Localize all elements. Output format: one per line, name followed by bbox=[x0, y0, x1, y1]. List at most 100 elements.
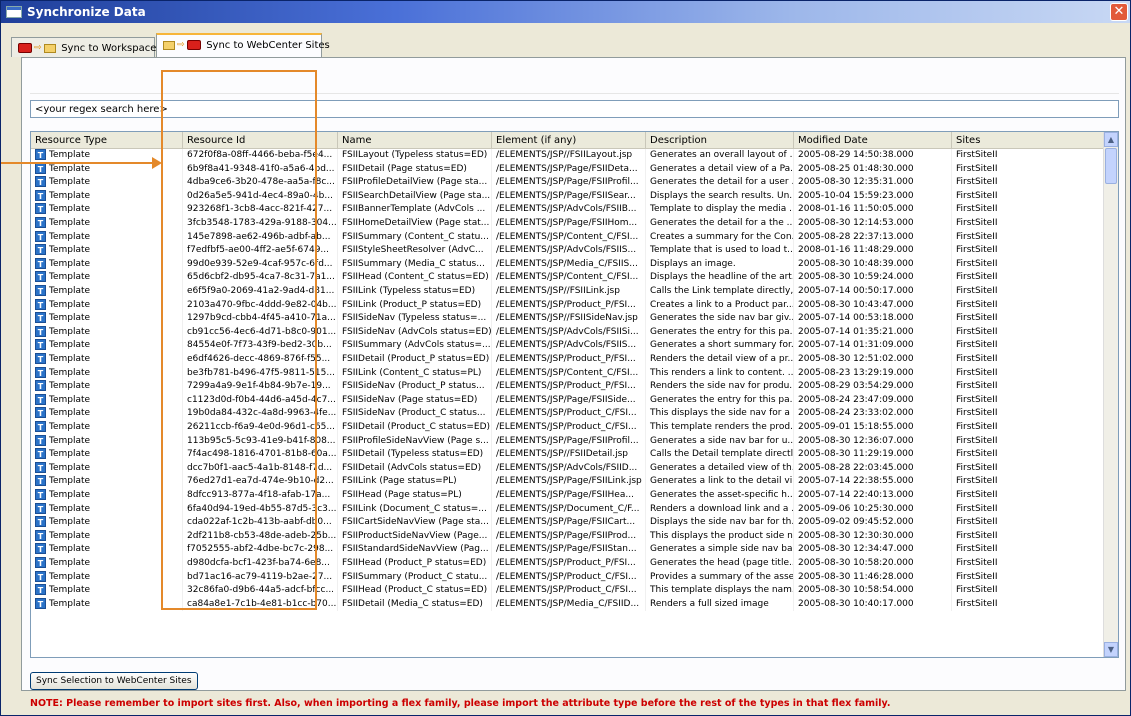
table-row[interactable]: T Template 672f0f8a-08ff-4466-beba-f5e4...… bbox=[31, 149, 1104, 163]
table-cell: Generates the detail for a user ... bbox=[646, 176, 794, 190]
table-row[interactable]: T Template 2103a470-9fbc-4ddd-9e82-04b... F… bbox=[31, 298, 1104, 313]
table-cell: /ELEMENTS/JSP/Page/FSIIHea... bbox=[492, 489, 646, 503]
template-icon: T bbox=[35, 366, 46, 378]
scroll-up-icon[interactable]: ▲ bbox=[1104, 132, 1118, 147]
table-row[interactable]: T Template 113b95c5-5c93-41e9-b41f-808... F… bbox=[31, 434, 1104, 449]
cell-text: FSIIDetail (Product_C status=ED) bbox=[342, 422, 491, 432]
template-icon: T bbox=[35, 516, 46, 528]
cell-text: f7edfbf5-ae00-4ff2-ae5f-6749... bbox=[187, 245, 330, 256]
table-cell: This template renders the prod... bbox=[646, 421, 794, 435]
table-cell: /ELEMENTS/JSP/Page/FSIIDeta... bbox=[492, 162, 646, 177]
table-row[interactable]: T Template 99d0e939-52e9-4caf-957c-6fd... F… bbox=[31, 257, 1104, 272]
resource-table[interactable]: Resource Type Resource Id Name Element (if … bbox=[30, 131, 1119, 658]
cell-text: FirstSiteII bbox=[956, 558, 998, 568]
cell-text: Template bbox=[49, 503, 91, 514]
table-cell: FSIIDetail (Product_C status=ED) bbox=[338, 421, 492, 435]
table-cell: 2005-07-14 22:40:13.000 bbox=[794, 489, 952, 503]
table-row[interactable]: T Template e6f5f9a0-2069-41a2-9ad4-d81... F… bbox=[31, 285, 1104, 299]
scroll-thumb[interactable] bbox=[1105, 148, 1117, 184]
close-icon[interactable]: ✕ bbox=[1110, 3, 1128, 21]
cell-text: 2005-08-30 10:58:54.000 bbox=[798, 585, 914, 596]
column-header[interactable]: Element (if any) bbox=[492, 132, 646, 149]
cell-text: /ELEMENTS/JSP/Product_P/FSI... bbox=[496, 558, 636, 568]
table-cell: T Template bbox=[31, 516, 183, 530]
table-row[interactable]: T Template 3fcb3548-1783-429a-9188-304... F… bbox=[31, 217, 1104, 231]
tab-sync-to-webcenter-sites[interactable]: ⇨ Sync to WebCenter Sites bbox=[156, 33, 330, 57]
cell-text: Displays the headline of the art... bbox=[650, 272, 794, 283]
cell-text: Creates a summary for the Con... bbox=[650, 231, 794, 242]
cell-text: FSIIHead (Product_P status=ED) bbox=[342, 558, 487, 568]
cell-text: 2005-09-01 15:18:55.000 bbox=[798, 422, 914, 432]
cell-text: FSIIDetail (Page status=ED) bbox=[342, 163, 467, 174]
regex-search-input[interactable] bbox=[30, 100, 1119, 118]
cell-text: Template bbox=[49, 326, 91, 337]
scroll-down-icon[interactable]: ▼ bbox=[1104, 642, 1118, 657]
cell-text: Generates a link to the detail vi... bbox=[650, 476, 794, 487]
table-cell: d980dcfa-bcf1-423f-ba74-6e8... bbox=[183, 557, 338, 571]
table-cell: /ELEMENTS/JSP//FSIIDetail.jsp bbox=[492, 448, 646, 462]
table-row[interactable]: T Template 7f4ac498-1816-4701-81b8-60a... F… bbox=[31, 448, 1104, 462]
table-cell: Provides a summary of the asset bbox=[646, 570, 794, 585]
cell-text: 2005-07-14 01:35:21.000 bbox=[798, 326, 914, 337]
table-row[interactable]: T Template 145e7898-ae62-496b-adbf-ab... FS… bbox=[31, 230, 1104, 245]
table-row[interactable]: T Template f7edfbf5-ae00-4ff2-ae5f-6749...… bbox=[31, 244, 1104, 258]
table-row[interactable]: T Template e6df4626-decc-4869-876f-f55... F… bbox=[31, 353, 1104, 367]
table-row[interactable]: T Template d980dcfa-bcf1-423f-ba74-6e8... F… bbox=[31, 557, 1104, 571]
table-cell: FirstSiteII bbox=[952, 339, 1104, 353]
template-icon: T bbox=[35, 502, 46, 514]
table-cell: T Template bbox=[31, 176, 183, 190]
table-cell: FirstSiteII bbox=[952, 312, 1104, 326]
table-row[interactable]: T Template 19b0da84-432c-4a8d-9963-4fe... F… bbox=[31, 407, 1104, 421]
table-row[interactable]: T Template f7052555-abf2-4dbe-bc7c-298... F… bbox=[31, 543, 1104, 557]
table-row[interactable]: T Template 0d26a5e5-941d-4ec4-89a0-4b... FS… bbox=[31, 189, 1104, 204]
cell-text: /ELEMENTS/JSP//FSIIDetail.jsp bbox=[496, 449, 629, 460]
table-row[interactable]: T Template 76ed27d1-ea7d-474e-9b10-d2... FS… bbox=[31, 475, 1104, 489]
table-row[interactable]: T Template c1123d0d-f0b4-44d6-a45d-4c7... F… bbox=[31, 393, 1104, 408]
table-cell: 99d0e939-52e9-4caf-957c-6fd... bbox=[183, 257, 338, 272]
cell-text: FSIIHead (Product_C status=ED) bbox=[342, 585, 488, 596]
table-cell: Generates the asset-specific h... bbox=[646, 489, 794, 503]
table-row[interactable]: T Template cda022af-1c2b-413b-aabf-db0... F… bbox=[31, 516, 1104, 530]
table-row[interactable]: T Template dcc7b0f1-aac5-4a1b-8148-f7d... F… bbox=[31, 461, 1104, 476]
column-header[interactable]: Modified Date bbox=[794, 132, 952, 149]
sync-selection-button[interactable]: Sync Selection to WebCenter Sites bbox=[30, 672, 198, 690]
vertical-scrollbar[interactable]: ▲ ▼ bbox=[1103, 132, 1118, 657]
template-icon: T bbox=[35, 189, 46, 201]
table-row[interactable]: T Template be3fb781-b496-47f5-9811-515... F… bbox=[31, 366, 1104, 381]
table-row[interactable]: T Template 65d6cbf2-db95-4ca7-8c31-7a1... F… bbox=[31, 271, 1104, 285]
column-header[interactable]: Description bbox=[646, 132, 794, 149]
cell-text: /ELEMENTS/JSP/Content_C/FSI... bbox=[496, 367, 639, 378]
table-cell: FSIIProductSideNavView (Page... bbox=[338, 529, 492, 544]
cell-text: Template bbox=[49, 299, 91, 310]
title-bar[interactable]: Synchronize Data ✕ bbox=[1, 1, 1130, 23]
table-row[interactable]: T Template bd71ac16-ac79-4119-b2ae-27... FS… bbox=[31, 570, 1104, 585]
table-row[interactable]: T Template 7299a4a9-9e1f-4b84-9b7e-19... FS… bbox=[31, 380, 1104, 394]
column-header[interactable]: Resource Id bbox=[183, 132, 338, 149]
table-row[interactable]: T Template cb91cc56-4ec6-4d71-b8c0-901... F… bbox=[31, 325, 1104, 340]
table-cell: FSIIDetail (Product_P status=ED) bbox=[338, 353, 492, 367]
table-row[interactable]: T Template 6b9f8a41-9348-41f0-a5a6-4bd... F… bbox=[31, 162, 1104, 177]
cell-text: 2005-09-02 09:45:52.000 bbox=[798, 517, 914, 528]
column-header[interactable]: Sites bbox=[952, 132, 1104, 149]
cell-text: FirstSiteII bbox=[956, 218, 998, 228]
table-cell: 1297b9cd-cbb4-4f45-a410-71a... bbox=[183, 312, 338, 326]
table-row[interactable]: T Template 2df211b8-cb53-48de-adeb-25b... F… bbox=[31, 529, 1104, 544]
tab-sync-to-workspace[interactable]: ⇨ Sync to Workspace bbox=[11, 37, 156, 57]
table-cell: 2005-08-29 14:50:38.000 bbox=[794, 149, 952, 163]
cell-text: Template bbox=[49, 490, 91, 500]
table-row[interactable]: T Template 923268f1-3cb8-4acc-821f-427... F… bbox=[31, 203, 1104, 217]
column-header[interactable]: Name bbox=[338, 132, 492, 149]
cell-text: /ELEMENTS/JSP/Page/FSIISide... bbox=[496, 394, 636, 405]
cell-text: Generates a short summary for... bbox=[650, 340, 794, 351]
table-row[interactable]: T Template 84554e0f-7f73-43f9-bed2-30b... F… bbox=[31, 339, 1104, 353]
column-header[interactable]: Resource Type bbox=[31, 132, 183, 149]
cell-text: FirstSiteII bbox=[956, 476, 998, 487]
table-row[interactable]: T Template 4dba9ce6-3b20-478e-aa5a-f8c... F… bbox=[31, 176, 1104, 190]
table-row[interactable]: T Template 32c86fa0-d9b6-44a5-adcf-bfcc...… bbox=[31, 584, 1104, 598]
table-row[interactable]: T Template 26211ccb-f6a9-4e0d-96d1-c65... F… bbox=[31, 421, 1104, 435]
table-row[interactable]: T Template 6fa40d94-19ed-4b55-87d5-3c3... F… bbox=[31, 502, 1104, 517]
table-cell: FSIISideNav (Typeless status=... bbox=[338, 312, 492, 326]
table-row[interactable]: T Template 8dfcc913-877a-4f18-afab-17a... F… bbox=[31, 489, 1104, 503]
table-row[interactable]: T Template ca84a8e1-7c1b-4e81-b1cc-b70... F… bbox=[31, 597, 1104, 612]
table-row[interactable]: T Template 1297b9cd-cbb4-4f45-a410-71a... F… bbox=[31, 312, 1104, 326]
